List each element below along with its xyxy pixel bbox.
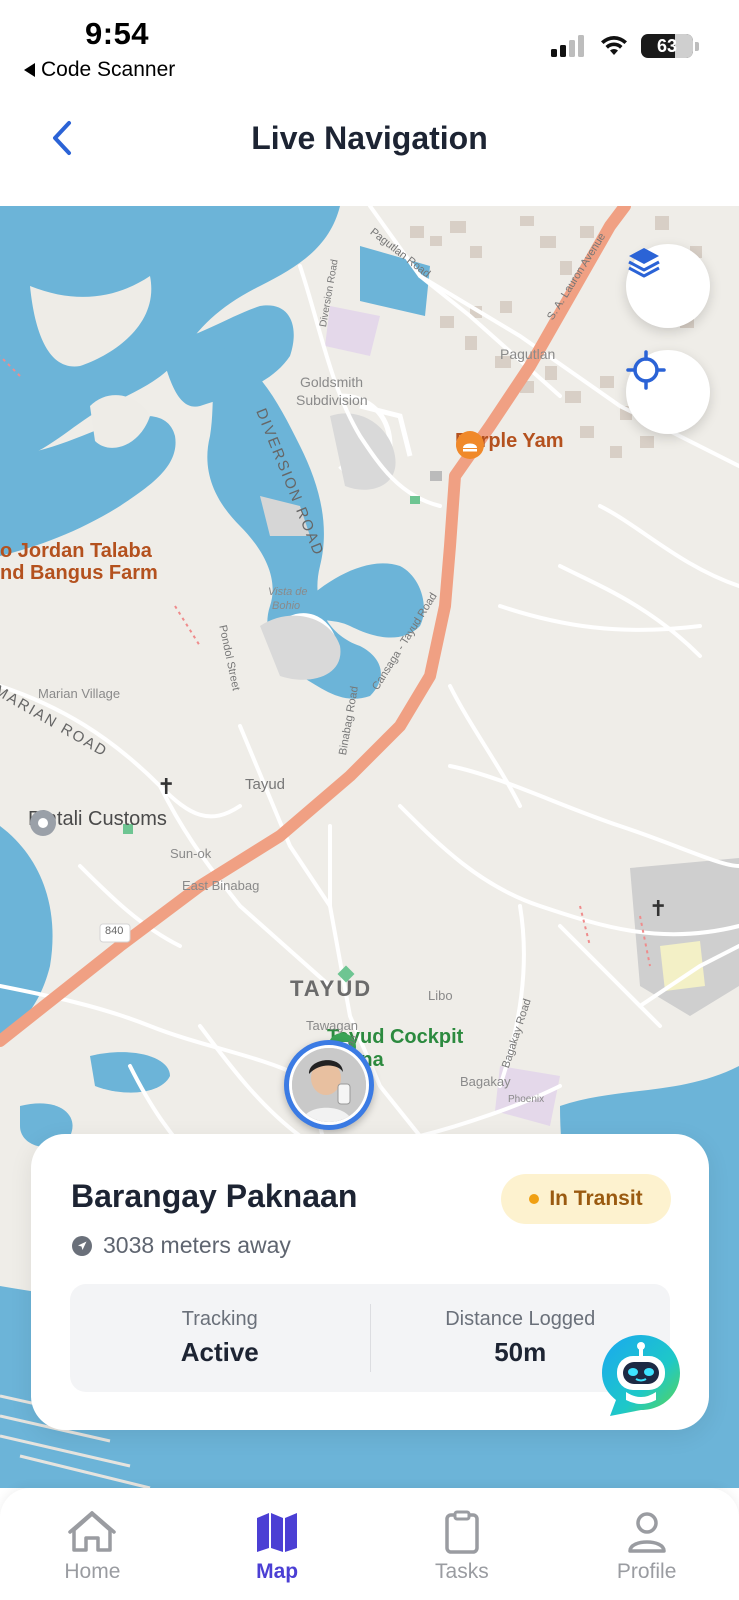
- avatar: [289, 1045, 369, 1125]
- pagutlan-label: Pagutlan: [500, 346, 556, 362]
- destination-card: Barangay Paknaan 3038 meters away In Tra…: [31, 1134, 709, 1430]
- user-location-marker[interactable]: [284, 1040, 374, 1130]
- nav-label-profile: Profile: [616, 1560, 677, 1583]
- destination-name: Barangay Paknaan: [71, 1178, 358, 1214]
- bagakay-label: Bagakay: [460, 1074, 511, 1089]
- status-badge-label: In Transit: [549, 1187, 643, 1210]
- wifi-icon: [601, 36, 627, 55]
- back-triangle-icon: [24, 63, 35, 77]
- libo-label: Libo: [428, 988, 453, 1003]
- battery-tip: [695, 41, 699, 51]
- location-pin-icon: [30, 810, 56, 836]
- page-title: Live Navigation: [251, 120, 488, 156]
- battery-indicator: 63: [641, 34, 693, 58]
- tawagan-label: Tawagan: [306, 1018, 359, 1033]
- chatbot-button[interactable]: [596, 1330, 686, 1420]
- crosshair-icon: [626, 350, 666, 390]
- east-binabag-label: East Binabag: [182, 878, 260, 893]
- status-bar: 9:54 Code Scanner 63: [0, 0, 739, 96]
- status-dot-icon: [529, 1194, 540, 1204]
- nav-item-profile[interactable]: Profile: [554, 1488, 739, 1600]
- goldsmith-label: Goldsmith: [300, 374, 364, 390]
- back-to-app-link[interactable]: Code Scanner: [24, 58, 175, 82]
- navigation-arrow-icon: [72, 1235, 92, 1256]
- subdivision-label: Subdivision: [296, 392, 368, 408]
- route-840-label: 840: [105, 925, 124, 937]
- map-layers-button[interactable]: [626, 244, 710, 328]
- home-icon: [68, 1511, 117, 1552]
- poi-jordan-line1: o Jordan Talaba: [0, 540, 152, 562]
- nav-item-tasks[interactable]: Tasks: [370, 1488, 555, 1600]
- nav-item-home[interactable]: Home: [0, 1488, 185, 1600]
- recenter-location-button[interactable]: [626, 350, 710, 434]
- signal-icon: [551, 35, 584, 57]
- poi-pintali-customs[interactable]: Pintali Customs: [28, 808, 167, 836]
- distance-logged-label: Distance Logged: [445, 1308, 596, 1330]
- battery-percent: 63: [656, 35, 678, 56]
- distance-logged-value: 50m: [494, 1337, 547, 1367]
- marian-village-label: Marian Village: [38, 686, 121, 701]
- tayud-small-label: Tayud: [245, 776, 286, 793]
- destination-distance: 3038 meters away: [71, 1232, 291, 1259]
- district-label: TAYUD: [290, 976, 373, 1001]
- app-header: Live Navigation: [0, 96, 739, 206]
- bottom-nav: Home Map Tasks Profile: [0, 1488, 739, 1600]
- map-icon: [257, 1513, 298, 1552]
- layers-icon: [628, 248, 660, 278]
- status-time: 9:54: [85, 16, 150, 51]
- nav-label-home: Home: [64, 1560, 121, 1583]
- tracking-stat: Tracking Active: [70, 1284, 370, 1392]
- person-photo: [292, 1048, 366, 1122]
- poi-purple-yam[interactable]: Purple Yam: [455, 430, 564, 459]
- vista-label-2: Bohio: [272, 600, 301, 612]
- church-icon: ✝: [157, 774, 176, 799]
- church-icon: ✝: [649, 896, 668, 921]
- tracking-value: Active: [180, 1337, 259, 1367]
- status-icons: 63: [551, 34, 699, 58]
- robot-assistant-icon: [602, 1335, 680, 1416]
- phoenix-label: Phoenix: [508, 1094, 545, 1105]
- nav-label-map: Map: [256, 1560, 299, 1583]
- nav-label-tasks: Tasks: [435, 1560, 489, 1583]
- tracking-label: Tracking: [181, 1308, 258, 1330]
- restaurant-pin-icon: [456, 431, 484, 459]
- nav-item-map[interactable]: Map: [185, 1488, 370, 1600]
- clipboard-icon: [445, 1510, 479, 1554]
- poi-jordan-line2: nd Bangus Farm: [0, 562, 158, 584]
- back-app-label: Code Scanner: [41, 58, 176, 81]
- distance-text: 3038 meters away: [103, 1232, 291, 1258]
- tracking-stats: Tracking Active Distance Logged 50m: [70, 1284, 670, 1392]
- status-badge: In Transit: [501, 1174, 671, 1224]
- sun-ok-label: Sun-ok: [170, 846, 212, 861]
- vista-label-1: Vista de: [268, 586, 308, 598]
- user-icon: [627, 1512, 666, 1553]
